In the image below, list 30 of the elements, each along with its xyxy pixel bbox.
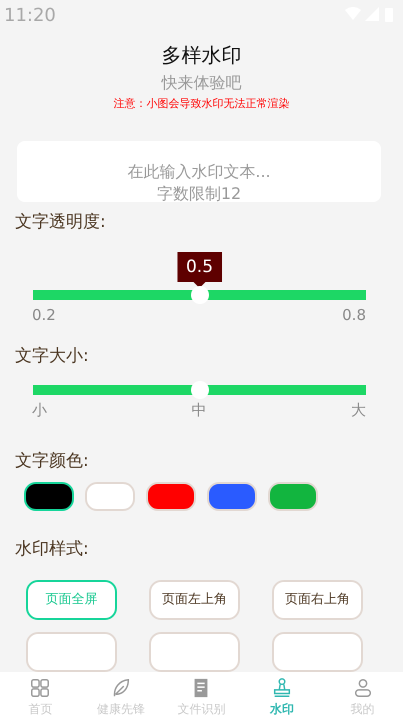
min-value-label: 0.2 [32, 306, 56, 324]
page-title: 多样水印 [160, 42, 242, 69]
value-tooltip: 0.5 [176, 252, 222, 288]
max-value-label: 0.8 [342, 306, 366, 324]
color-swatch[interactable] [146, 482, 196, 511]
style-option-button[interactable] [26, 632, 117, 672]
style-option-button[interactable]: 页面左上角 [149, 580, 240, 620]
status-time: 11:20 [4, 4, 56, 26]
color-swatch[interactable] [268, 482, 318, 511]
color-swatch[interactable] [24, 482, 74, 511]
style-label: 水印样式: [15, 538, 90, 560]
slider-thumb[interactable] [190, 381, 208, 399]
slider-thumb[interactable] [190, 286, 208, 304]
grid-icon [29, 677, 52, 699]
color-label: 文字颜色: [15, 450, 90, 472]
style-option-button[interactable] [272, 632, 363, 672]
style-option-button[interactable]: 页面右上角 [272, 580, 363, 620]
color-swatch[interactable] [85, 482, 135, 511]
notice-text: 注意：小图会导致水印无法正常渲染 [112, 96, 290, 111]
watermark-text-field[interactable]: 在此输入水印文本... 字数限制12 [17, 141, 381, 202]
nav-tab[interactable]: 水印 [242, 672, 322, 723]
size-label: 文字大小: [15, 345, 90, 367]
size-tick-label: 小 [32, 401, 47, 420]
size-tick-label: 大 [351, 401, 366, 420]
color-swatch[interactable] [207, 482, 257, 511]
style-option-button[interactable] [149, 632, 240, 672]
size-tick-label: 中 [192, 401, 206, 420]
style-option-button[interactable]: 页面全屏 [26, 580, 117, 620]
opacity-label: 文字透明度: [15, 211, 107, 233]
page-subtitle: 快来体验吧 [160, 73, 242, 94]
